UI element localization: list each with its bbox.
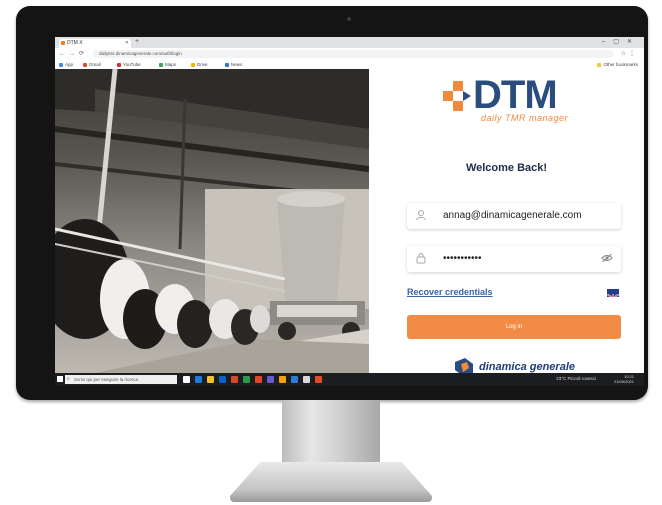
brand-name: DTM <box>473 73 558 117</box>
tab-title: DTM X <box>67 40 83 46</box>
browser-menu-icon[interactable]: ☆⋮ <box>621 50 638 57</box>
monitor-stand-neck <box>282 400 380 462</box>
taskbar: ⌕ Scrivi qui per eseguire la ricerca 23°… <box>55 373 644 386</box>
file-explorer-icon[interactable] <box>207 376 214 383</box>
url-field[interactable]: dailytmr.dinamicagenerale.com/auth/login <box>93 50 613 58</box>
bookmark-item[interactable]: YouTube <box>117 61 141 68</box>
bookmark-item[interactable]: Other bookmarks <box>597 61 638 68</box>
eye-slash-icon[interactable] <box>601 253 613 265</box>
monitor-stand-base <box>230 462 432 502</box>
bookmark-item[interactable]: Gmail <box>83 61 101 68</box>
chrome-icon[interactable] <box>255 376 262 383</box>
browser-tab[interactable]: DTM X ✕ <box>59 39 131 48</box>
email-value: annag@dinamicagenerale.com <box>443 210 582 221</box>
search-icon: ⌕ <box>67 376 70 382</box>
bookmark-item[interactable]: Drive <box>191 61 208 68</box>
monitor: DTM X ✕ + –▢✕ ←→⟳ dailytmr.dinamicagener… <box>16 6 648 400</box>
welcome-heading: Welcome Back! <box>465 162 548 174</box>
taskbar-clock[interactable]: 10:21 21/09/2021 <box>614 374 634 384</box>
bookmark-item[interactable]: App <box>59 61 73 68</box>
recover-credentials-link[interactable]: Recover credentials <box>407 287 493 297</box>
weather-widget[interactable]: 23°C Piccoli rovesci <box>556 376 596 381</box>
user-icon <box>415 209 427 224</box>
login-button[interactable]: Log in <box>407 315 621 339</box>
taskbar-search-placeholder: Scrivi qui per eseguire la ricerca <box>74 377 139 382</box>
browser-tab-strip: DTM X ✕ + –▢✕ <box>55 37 644 48</box>
dtm-logo-icon <box>443 81 471 111</box>
office-icon[interactable] <box>231 376 238 383</box>
bookmark-item[interactable]: Maps <box>159 61 176 68</box>
teams-icon[interactable] <box>267 376 274 383</box>
edge-icon[interactable] <box>195 376 202 383</box>
lock-icon <box>415 252 427 267</box>
company-name: dinamica generale <box>479 361 575 373</box>
new-tab-icon[interactable]: + <box>135 38 139 45</box>
store-icon[interactable] <box>219 376 226 383</box>
windows-start-icon[interactable] <box>57 376 63 382</box>
screen: DTM X ✕ + –▢✕ ←→⟳ dailytmr.dinamicagener… <box>55 37 644 386</box>
password-value: ••••••••••• <box>443 253 482 264</box>
dtm-logo: DTM daily TMR manager <box>439 73 579 127</box>
excel-icon[interactable] <box>243 376 250 383</box>
tab-favicon-icon <box>61 41 65 45</box>
login-panel: DTM daily TMR manager Welcome Back! anna… <box>369 69 644 376</box>
password-field[interactable]: ••••••••••• <box>407 246 621 272</box>
taskbar-search[interactable]: ⌕ Scrivi qui per eseguire la ricerca <box>65 375 177 384</box>
nav-icons[interactable]: ←→⟳ <box>59 50 88 57</box>
app-icon[interactable] <box>279 376 286 383</box>
word-icon[interactable] <box>291 376 298 383</box>
email-field[interactable]: annag@dinamicagenerale.com <box>407 203 621 229</box>
task-view-icon[interactable] <box>183 376 190 383</box>
window-controls[interactable]: –▢✕ <box>602 38 640 45</box>
brand-tagline: daily TMR manager <box>481 113 569 123</box>
close-icon[interactable]: ✕ <box>125 39 129 48</box>
barn-illustration <box>55 69 369 373</box>
powerpoint-icon[interactable] <box>315 376 322 383</box>
webcam <box>347 17 351 21</box>
bookmark-item[interactable]: News <box>225 61 242 68</box>
app-icon[interactable] <box>303 376 310 383</box>
barn-photo <box>55 69 369 373</box>
clock-date: 21/09/2021 <box>613 379 634 384</box>
uk-flag-icon[interactable] <box>607 289 619 297</box>
